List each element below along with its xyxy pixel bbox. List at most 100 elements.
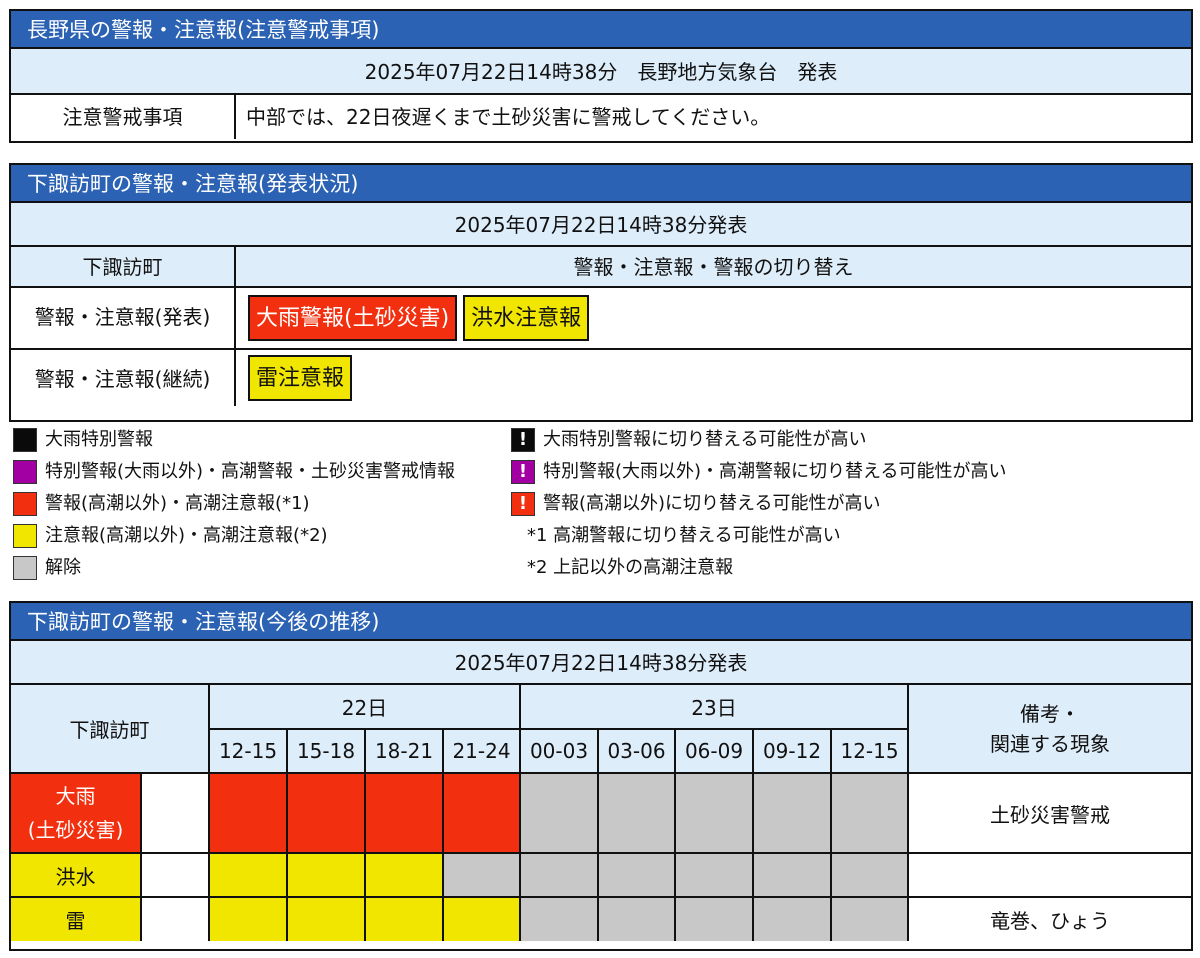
legend-label: 解除: [45, 557, 81, 578]
phenomenon-row-thunder: 雷 竜巻、ひょう: [11, 896, 1191, 941]
legend-item: ! 特別警報(大雨以外)・高潮警報に切り替える可能性が高い: [511, 456, 1007, 488]
timeline-cell: [830, 896, 910, 941]
timeline-cell: [208, 852, 288, 898]
legend-item: 大雨特別警報: [13, 424, 153, 456]
panel-title: 下諏訪町の警報・注意報(発表状況): [11, 165, 1191, 203]
blank-cell: [140, 896, 210, 941]
timeline-cell: [519, 852, 600, 898]
time-slot: 12-15: [830, 728, 909, 774]
timeline-cell: [752, 896, 833, 941]
panel-title: 下諏訪町の警報・注意報(今後の推移): [11, 603, 1191, 641]
timeline-cell: [752, 772, 833, 854]
timeline-cell: [441, 772, 522, 854]
caution-row: 注意警戒事項 中部では、22日夜遅くまで土砂災害に警戒してください。: [11, 95, 1191, 139]
timeline-cell: [208, 772, 288, 854]
blank-cell: [140, 772, 210, 854]
time-slot: 06-09: [674, 728, 755, 774]
day-header: 22日: [207, 685, 522, 730]
status-row-label: 警報・注意報(継続): [11, 350, 236, 406]
legend-label: 警報(高潮以外)に切り替える可能性が高い: [543, 493, 881, 514]
status-row-issued: 警報・注意報(発表) 大雨警報(土砂災害) 洪水注意報: [11, 288, 1191, 348]
timeline-cell: [286, 896, 366, 941]
status-panel: 下諏訪町の警報・注意報(発表状況) 2025年07月22日14時38分発表 下諏…: [9, 163, 1193, 422]
phenomenon-row-flood: 洪水: [11, 852, 1191, 898]
timeline-cell: [441, 852, 522, 898]
exclamation-icon: !: [511, 428, 535, 452]
legend-label: 特別警報(大雨以外)・高潮警報・土砂災害警戒情報: [45, 461, 456, 482]
legend-item: 解除: [13, 552, 81, 584]
time-slot: 15-18: [286, 728, 366, 774]
issued-line: 2025年07月22日14時38分発表: [11, 203, 1191, 247]
timeline-cell: [674, 852, 755, 898]
legend-item: 注意報(高潮以外)・高潮注意報(*2): [13, 520, 328, 552]
blank-cell: [140, 852, 210, 898]
time-slot: 00-03: [519, 728, 600, 774]
timeline-cell: [364, 772, 444, 854]
timeline-cell: [364, 852, 444, 898]
exclamation-icon: !: [511, 460, 535, 484]
time-slot: 12-15: [209, 728, 288, 774]
day-header: 23日: [519, 685, 910, 730]
legend-note: *2 上記以外の高潮注意報: [527, 557, 734, 578]
timeline-cell: [597, 852, 677, 898]
caution-summary-panel: 長野県の警報・注意報(注意警戒事項) 2025年07月22日14時38分 長野地…: [9, 9, 1193, 143]
phenomenon-label: 洪水: [11, 852, 142, 898]
status-row-label: 警報・注意報(発表): [11, 288, 236, 348]
phenomenon-label: 大雨 (土砂災害): [11, 772, 142, 854]
legend-item: 特別警報(大雨以外)・高潮警報・土砂災害警戒情報: [13, 456, 455, 488]
caution-label: 注意警戒事項: [11, 95, 236, 139]
timeline-cell: [674, 896, 755, 941]
issued-line: 2025年07月22日14時38分 長野地方気象台 発表: [11, 49, 1191, 95]
timeline-cell: [364, 896, 444, 941]
timeline-cell: [441, 896, 522, 941]
legend-item: ! 警報(高潮以外)に切り替える可能性が高い: [511, 488, 881, 520]
legend-label: 注意報(高潮以外)・高潮注意報(*2): [45, 525, 328, 546]
legend-label: 大雨特別警報に切り替える可能性が高い: [543, 429, 867, 450]
legend-swatch: [13, 556, 37, 580]
timeline-cell: [830, 852, 910, 898]
legend-label: 特別警報(大雨以外)・高潮警報に切り替える可能性が高い: [543, 461, 1007, 482]
exclamation-icon: !: [511, 492, 535, 516]
area-header: 下諏訪町: [11, 685, 210, 774]
time-slot: 09-12: [752, 728, 833, 774]
remark-cell: 土砂災害警戒: [907, 772, 1191, 854]
status-row-continued: 警報・注意報(継続) 雷注意報: [11, 348, 1191, 406]
timeline-cell: [519, 896, 600, 941]
caution-text: 中部では、22日夜遅くまで土砂災害に警戒してください。: [246, 105, 771, 129]
timeline-cell: [286, 852, 366, 898]
legend: 大雨特別警報 特別警報(大雨以外)・高潮警報・土砂災害警戒情報 警報(高潮以外)…: [9, 424, 1193, 584]
panel-title: 長野県の警報・注意報(注意警戒事項): [11, 11, 1191, 49]
phenomenon-subname: (土砂災害): [27, 818, 124, 842]
issued-line: 2025年07月22日14時38分発表: [11, 641, 1191, 685]
phenomenon-row-heavy-rain: 大雨 (土砂災害) 土砂災害警戒: [11, 772, 1191, 854]
legend-swatch: [13, 492, 37, 516]
timeline-cell: [830, 772, 910, 854]
timeline-panel: 下諏訪町の警報・注意報(今後の推移) 2025年07月22日14時38分発表 下…: [9, 601, 1193, 951]
time-slot: 18-21: [364, 728, 444, 774]
advisory-tag: 雷注意報: [248, 355, 353, 401]
timeline-cell: [286, 772, 366, 854]
timeline-cell: [752, 852, 833, 898]
timeline-cell: [597, 896, 677, 941]
timeline-cell: [597, 772, 677, 854]
timeline-cell: [674, 772, 755, 854]
legend-item: ! 大雨特別警報に切り替える可能性が高い: [511, 424, 866, 456]
legend-label: 警報(高潮以外)・高潮注意報(*1): [45, 493, 310, 514]
legend-swatch: [13, 460, 37, 484]
remark-cell: [907, 852, 1191, 898]
legend-item: 警報(高潮以外)・高潮注意報(*1): [13, 488, 310, 520]
status-tags: 雷注意報: [236, 350, 1191, 406]
legend-label: 大雨特別警報: [45, 429, 153, 450]
remarks-header: 備考・ 関連する現象: [907, 685, 1191, 774]
time-slot: 21-24: [441, 728, 522, 774]
remark-cell: 竜巻、ひょう: [907, 896, 1191, 941]
legend-swatch: [13, 524, 37, 548]
legend-note: *1 高潮警報に切り替える可能性が高い: [527, 525, 841, 546]
switch-header: 警報・注意報・警報の切り替え: [573, 255, 854, 279]
timeline-table: 下諏訪町 22日 23日 備考・ 関連する現象 12-15 15-18 18-2…: [11, 685, 1191, 941]
phenomenon-name: 大雨: [55, 784, 96, 808]
phenomenon-label: 雷: [11, 896, 142, 941]
status-tags: 大雨警報(土砂災害) 洪水注意報: [236, 288, 1191, 348]
advisory-tag: 洪水注意報: [463, 295, 590, 341]
timeline-cell: [519, 772, 600, 854]
